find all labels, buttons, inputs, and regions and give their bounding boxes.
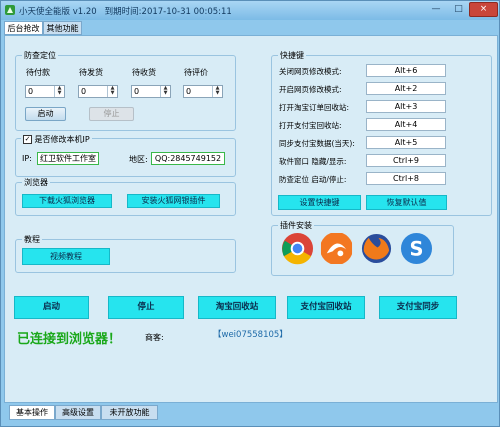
browser-title: 浏览器 (22, 177, 50, 188)
app-window: 小天使全能版 v1.20 到期时间:2017-10-31 00:05:11 — □… (0, 0, 500, 427)
hotkey-label: 打开淘宝订单回收站: (279, 103, 350, 112)
pending-receive-stepper[interactable]: 0 ▲ ▼ (131, 85, 171, 98)
main-panel: 防查定位 待付款 待发货 待收货 待评价 0 ▲ ▼ 0 ▲ ▼ 0 ▲ ▼ 0 ▲ ▼ 启动 … (4, 35, 498, 403)
region-field[interactable]: QQ:2845749152 (151, 152, 225, 165)
tab-backend-modify[interactable]: 后台抢改 (4, 21, 43, 35)
local-ip-group: ✓ 是否修改本机IP IP: 红卫软件工作室 地区: QQ:2845749152 (15, 134, 236, 177)
taobao-recycle-button[interactable]: 淘宝回收站 (198, 296, 276, 319)
pending-review-value: 0 (186, 87, 192, 96)
connection-status: 已连接到浏览器！ (17, 332, 122, 347)
stop-button[interactable]: 停止 (108, 296, 184, 319)
ip-field[interactable]: 红卫软件工作室 (37, 152, 99, 165)
local-ip-checkbox-row[interactable]: ✓ 是否修改本机IP (21, 134, 92, 145)
maximize-button[interactable]: □ (448, 2, 469, 17)
ip-label: IP: (22, 154, 32, 163)
hotkey-field[interactable]: Ctrl+9 (366, 154, 446, 167)
pending-pay-value: 0 (28, 87, 34, 96)
svg-text:S: S (410, 237, 424, 260)
pending-review-label: 待评价 (184, 68, 208, 77)
hotkey-label: 关闭网页修改模式: (279, 67, 342, 76)
minimize-icon: — (431, 4, 441, 14)
video-tutorial-button[interactable]: 视频教程 (22, 248, 110, 265)
hotkey-label: 防查定位 启动/停止: (279, 175, 347, 184)
start-button[interactable]: 启动 (14, 296, 89, 319)
hotkeys-group: 快捷键 关闭网页修改模式: Alt+6 开启网页修改模式: Alt+2 打开淘宝… (271, 50, 492, 216)
expiry-text: 到期时间:2017-10-31 00:05:11 (104, 7, 232, 17)
hotkey-field[interactable]: Ctrl+8 (366, 172, 446, 185)
alipay-sync-button[interactable]: 支付宝同步 (379, 296, 457, 319)
tab-advanced-settings[interactable]: 高级设置 (55, 405, 101, 420)
pending-review-stepper[interactable]: 0 ▲ ▼ (183, 85, 223, 98)
uc-browser-icon[interactable] (320, 232, 353, 265)
tab-unreleased-features[interactable]: 未开放功能 (101, 405, 158, 420)
hotkey-field[interactable]: Alt+6 (366, 64, 446, 77)
minimize-button[interactable]: — (424, 2, 448, 17)
set-hotkeys-button[interactable]: 设置快捷键 (278, 195, 361, 210)
close-button[interactable]: × (469, 2, 498, 17)
restore-default-button[interactable]: 恢复默认值 (366, 195, 447, 210)
local-ip-checkbox-label: 是否修改本机IP (34, 135, 90, 144)
hotkeys-title: 快捷键 (278, 50, 306, 61)
sogou-icon[interactable]: S (400, 232, 433, 265)
pending-ship-value: 0 (81, 87, 87, 96)
app-logo-icon (5, 5, 15, 15)
window-title: 小天使全能版 v1.20 到期时间:2017-10-31 00:05:11 (19, 5, 232, 17)
hotkey-label: 打开支付宝回收站: (279, 121, 342, 130)
firefox-icon[interactable] (360, 232, 393, 265)
browser-group: 浏览器 下载火狐浏览器 安装火狐网银插件 (15, 177, 236, 216)
vendor-label: 商客: (145, 333, 164, 342)
pending-pay-label: 待付款 (26, 68, 50, 77)
pending-receive-label: 待收货 (132, 68, 156, 77)
maximize-icon: □ (454, 4, 463, 14)
pending-receive-value: 0 (134, 87, 140, 96)
chrome-icon[interactable] (281, 232, 314, 265)
spin-arrows-icon[interactable]: ▲ ▼ (212, 86, 222, 97)
anti-position-title: 防查定位 (22, 50, 58, 61)
close-icon: × (479, 4, 488, 14)
tutorial-group: 教程 视频教程 (15, 234, 236, 273)
install-bank-plugin-button[interactable]: 安装火狐网银插件 (127, 194, 220, 208)
tab-basic-operations[interactable]: 基本操作 (9, 405, 55, 420)
spin-arrows-icon[interactable]: ▲ ▼ (160, 86, 170, 97)
tutorial-title: 教程 (22, 234, 42, 245)
anti-position-group: 防查定位 待付款 待发货 待收货 待评价 0 ▲ ▼ 0 ▲ ▼ 0 ▲ ▼ 0 ▲ ▼ 启动 … (15, 50, 236, 131)
app-title: 小天使全能版 v1.20 (19, 7, 97, 17)
tab-other-functions[interactable]: 其他功能 (43, 21, 82, 35)
hotkey-label: 软件窗口 隐藏/显示: (279, 157, 347, 166)
hotkey-field[interactable]: Alt+3 (366, 100, 446, 113)
hotkey-label: 同步支付宝数据(当天): (279, 139, 355, 148)
region-label: 地区: (129, 155, 148, 164)
spin-arrows-icon[interactable]: ▲ ▼ (107, 86, 117, 97)
alipay-recycle-button[interactable]: 支付宝回收站 (287, 296, 365, 319)
anti-position-start-button[interactable]: 启动 (25, 107, 66, 121)
hotkey-field[interactable]: Alt+4 (366, 118, 446, 131)
hotkey-field[interactable]: Alt+2 (366, 82, 446, 95)
spin-arrows-icon[interactable]: ▲ ▼ (54, 86, 64, 97)
hotkey-label: 开启网页修改模式: (279, 85, 342, 94)
vendor-value: 【wei07558105】 (213, 330, 288, 340)
pending-ship-label: 待发货 (79, 68, 103, 77)
plugins-title: 插件安装 (278, 220, 314, 231)
anti-position-stop-button[interactable]: 停止 (89, 107, 134, 121)
pending-pay-stepper[interactable]: 0 ▲ ▼ (25, 85, 65, 98)
pending-ship-stepper[interactable]: 0 ▲ ▼ (78, 85, 118, 98)
local-ip-checkbox[interactable]: ✓ (23, 135, 32, 144)
hotkey-field[interactable]: Alt+5 (366, 136, 446, 149)
download-firefox-button[interactable]: 下载火狐浏览器 (22, 194, 112, 208)
title-bar[interactable]: 小天使全能版 v1.20 到期时间:2017-10-31 00:05:11 — □… (1, 1, 499, 20)
